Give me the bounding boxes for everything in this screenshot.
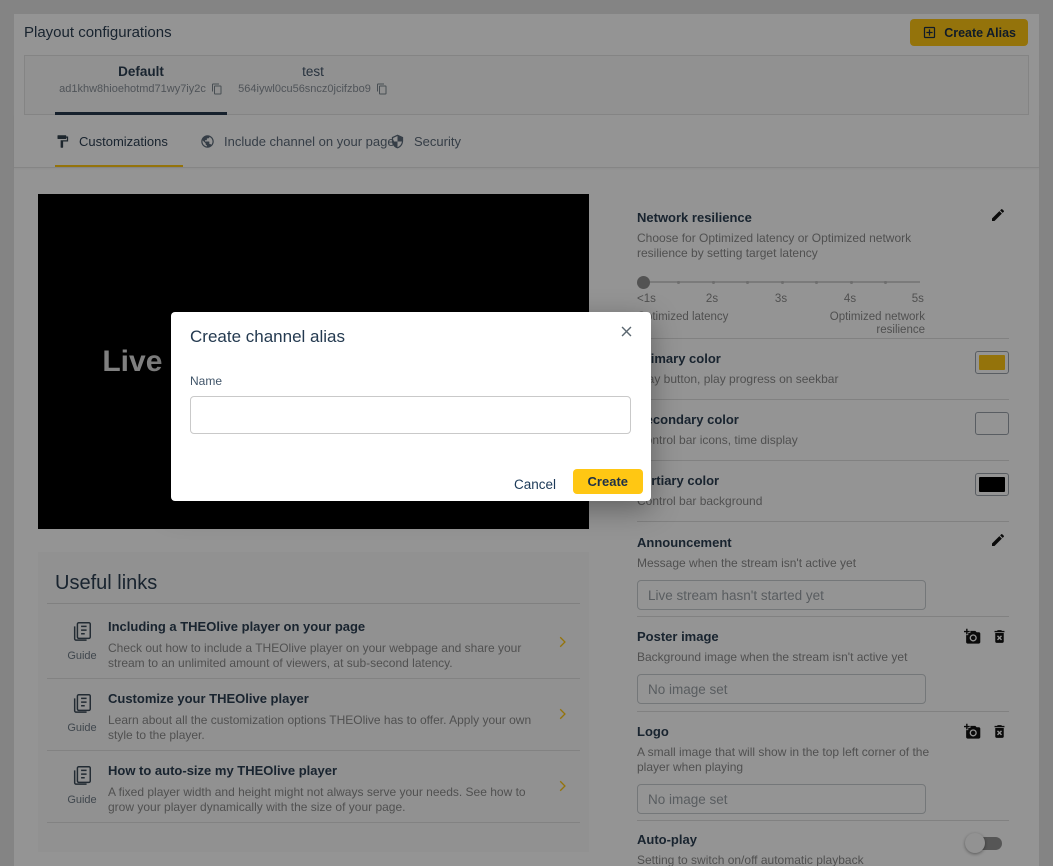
close-button[interactable] [616, 323, 636, 343]
create-alias-modal: Create channel alias Name Cancel Create [171, 312, 651, 501]
name-label: Name [190, 374, 222, 388]
page: Playout configurations Create Alias Defa… [0, 0, 1053, 866]
cancel-button[interactable]: Cancel [514, 473, 556, 496]
alias-name-input[interactable] [190, 396, 631, 434]
close-icon [618, 323, 635, 340]
create-button[interactable]: Create [573, 469, 643, 494]
modal-title: Create channel alias [190, 327, 345, 347]
